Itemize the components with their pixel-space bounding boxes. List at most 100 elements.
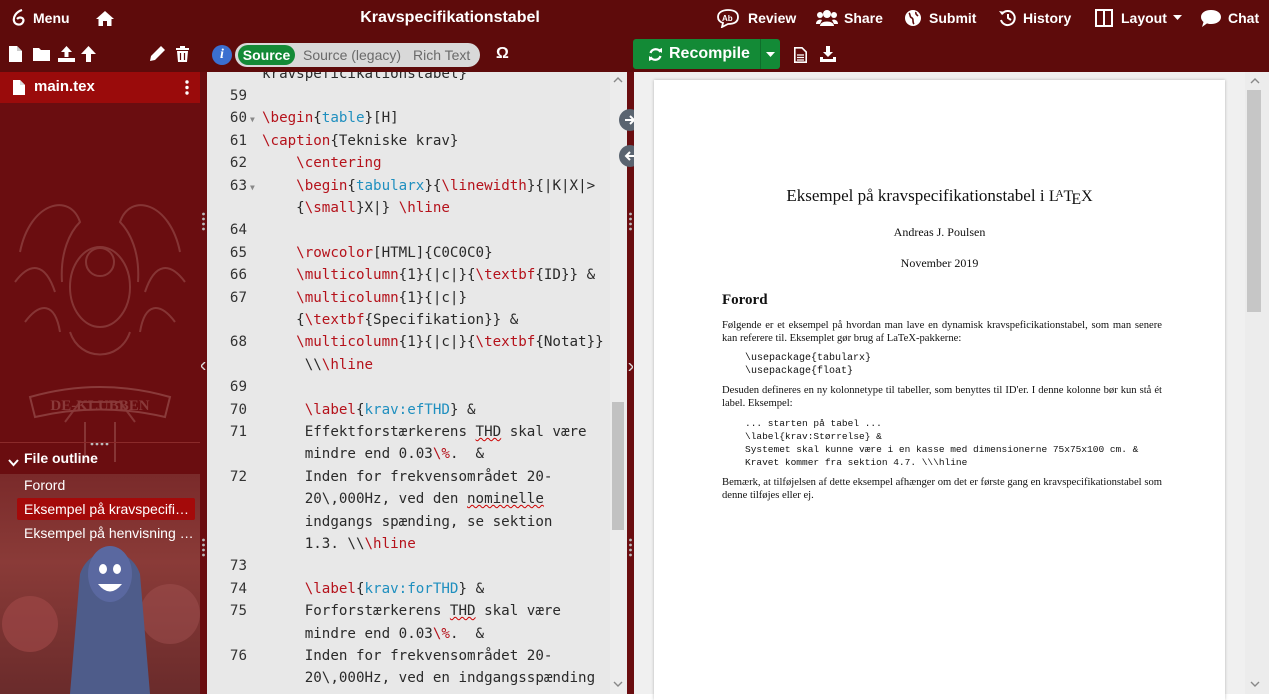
code-editor[interactable]: kravspeficikationstabel} 59 60 ▼ \begin{tab…: [207, 72, 610, 694]
code-line: \begin{tabularx}{\linewidth}{|K|X|>: [296, 177, 596, 194]
new-file-icon[interactable]: [9, 46, 22, 62]
line-number: 75: [229, 603, 247, 620]
pdf-title: Eksempel på kravspecifikationstabel i LA…: [786, 186, 1093, 208]
fold-toggle-icon[interactable]: ▼: [250, 115, 255, 124]
code-line: \multicolumn{1}{|c|}: [296, 289, 468, 306]
pdf-scroll-up-arrow-icon[interactable]: [1249, 77, 1261, 85]
recompile-button[interactable]: Recompile: [633, 39, 760, 69]
code-line: \caption{Tekniske krav}: [262, 132, 459, 149]
layout-button[interactable]: Layout: [1095, 0, 1182, 36]
rename-pencil-icon[interactable]: [150, 46, 165, 61]
pdf-code-block-2: ... starten på tabel ... \label{krav:Stø…: [745, 418, 1139, 468]
editor-mode-toggle: Source Source (legacy) Rich Text: [235, 43, 480, 67]
code-line: Inden for frekvensområdet 20-: [262, 468, 553, 485]
recompile-group: Recompile: [633, 39, 780, 69]
delete-trash-icon[interactable]: [176, 46, 189, 62]
line-number: 70: [229, 401, 247, 418]
file-outline-header[interactable]: File outline: [0, 442, 200, 474]
overleaf-logo-icon: [12, 9, 26, 27]
fold-toggle-icon[interactable]: ▼: [250, 183, 255, 192]
club-logo-text: DE-KLUBBEN: [50, 398, 149, 414]
code-line: \\\hline: [262, 356, 374, 373]
latex-logo: LATEX: [1048, 188, 1093, 208]
submit-button[interactable]: Submit: [904, 0, 976, 36]
pdf-scrollbar-thumb[interactable]: [1247, 90, 1261, 312]
globe-icon: [904, 9, 922, 27]
code-line: {\small}X|} \hline: [262, 200, 450, 216]
arrow-up-icon[interactable]: [81, 46, 96, 62]
line-number: 60: [229, 110, 247, 127]
info-icon[interactable]: i: [212, 45, 232, 65]
code-line: Forforstærkerens THD skal være: [262, 603, 561, 620]
code-line: \label{krav:forTHD} &: [304, 580, 485, 597]
line-number: 59: [229, 88, 247, 104]
code-line: mindre end 0.03\%. &: [262, 446, 485, 463]
history-button[interactable]: History: [998, 0, 1071, 36]
project-title[interactable]: Kravspecifikationstabel: [250, 0, 650, 36]
new-folder-icon[interactable]: [33, 47, 50, 61]
line-number: 63: [229, 177, 247, 194]
pdf-paragraph-2: Desuden defineres en ny kolonnetype til …: [722, 385, 1162, 409]
chat-icon: [1200, 9, 1222, 28]
svg-text:Ab: Ab: [722, 14, 733, 23]
recompile-options-button[interactable]: [760, 39, 780, 69]
file-item-main-tex[interactable]: main.tex: [0, 72, 200, 103]
outline-item-forord[interactable]: Forord: [17, 474, 195, 496]
refresh-icon: [648, 47, 663, 62]
code-line: {\textbf{Specifikation}} &: [262, 312, 519, 328]
pdf-author: Andreas J. Poulsen: [893, 225, 986, 239]
code-line: \centering: [296, 155, 382, 172]
line-number: 68: [229, 334, 247, 351]
file-tree-toolbar: [0, 36, 203, 72]
sidebar-splitter[interactable]: [200, 72, 207, 694]
line-number: 76: [229, 648, 247, 664]
line-number: 66: [229, 267, 247, 284]
menu-button[interactable]: Menu: [12, 0, 70, 36]
caret-down-icon: [1172, 15, 1182, 21]
chevron-down-icon: [8, 454, 19, 470]
pdf-paragraph-3: Bemærk, at tilføjelsen af dette eksempel…: [722, 477, 1162, 501]
chat-button[interactable]: Chat: [1200, 0, 1259, 36]
code-line: 1.3. \\\hline: [262, 536, 416, 552]
users-icon: [816, 9, 838, 27]
code-line: \label{krav:efTHD} &: [304, 401, 476, 418]
pdf-code-block-1: \usepackage{tabularx} \usepackage{float}: [745, 353, 872, 377]
symbol-palette-omega-icon[interactable]: Ω: [496, 45, 509, 63]
file-icon: [13, 80, 25, 99]
line-number: 67: [229, 289, 247, 306]
code-line: \multicolumn{1}{|c|}{\textbf{Notat}}: [296, 334, 604, 351]
tab-source[interactable]: Source: [238, 45, 295, 65]
line-number: 65: [229, 244, 247, 261]
columns-icon: [1095, 9, 1113, 27]
download-pdf-icon[interactable]: [820, 46, 836, 62]
outline-resize-handle[interactable]: [90, 433, 112, 446]
code-line: indgangs spænding, se sektion: [262, 513, 553, 530]
upload-icon[interactable]: [58, 46, 75, 62]
view-logs-icon[interactable]: [794, 47, 807, 63]
code-line: Inden for frekvensområdet 20-: [262, 648, 553, 664]
review-icon: Ab: [716, 8, 742, 28]
scroll-down-arrow-icon[interactable]: [612, 680, 624, 688]
pdf-paragraph-1: Følgende er et eksempel på hvordan man l…: [722, 320, 1162, 344]
top-bar: Menu Kravspecifikationstabel Ab Review S…: [0, 0, 1269, 36]
editor-scrollbar-thumb[interactable]: [612, 402, 624, 530]
pdf-section-heading: Forord: [722, 292, 768, 308]
share-button[interactable]: Share: [816, 0, 883, 36]
outline-item-eksempel-kravspec[interactable]: Eksempel på kravspecifikationstabel: [17, 498, 195, 520]
outline-item-eksempel-henvisning[interactable]: Eksempel på henvisning til tabel: [17, 522, 195, 544]
review-button[interactable]: Ab Review: [716, 0, 796, 36]
caret-down-icon: [766, 45, 775, 63]
home-icon[interactable]: [95, 0, 115, 36]
code-line: \multicolumn{1}{|c|}{\textbf{ID}} &: [296, 267, 596, 284]
scroll-up-arrow-icon[interactable]: [612, 76, 624, 84]
line-number: 71: [229, 424, 247, 440]
line-number: 72: [229, 468, 247, 485]
file-menu-kebab-icon[interactable]: [185, 80, 189, 99]
file-tree-sidebar: DE-KLUBBEN main.tex File outline Forord: [0, 72, 200, 694]
code-line: \begin{table}[H]: [262, 110, 399, 127]
tab-rich-text[interactable]: Rich Text: [413, 45, 470, 65]
pdf-date: November 2019: [900, 256, 979, 270]
pdf-toolbar: Recompile: [627, 36, 1269, 72]
pdf-scroll-down-arrow-icon[interactable]: [1249, 680, 1261, 688]
tab-source-legacy[interactable]: Source (legacy): [303, 45, 401, 65]
